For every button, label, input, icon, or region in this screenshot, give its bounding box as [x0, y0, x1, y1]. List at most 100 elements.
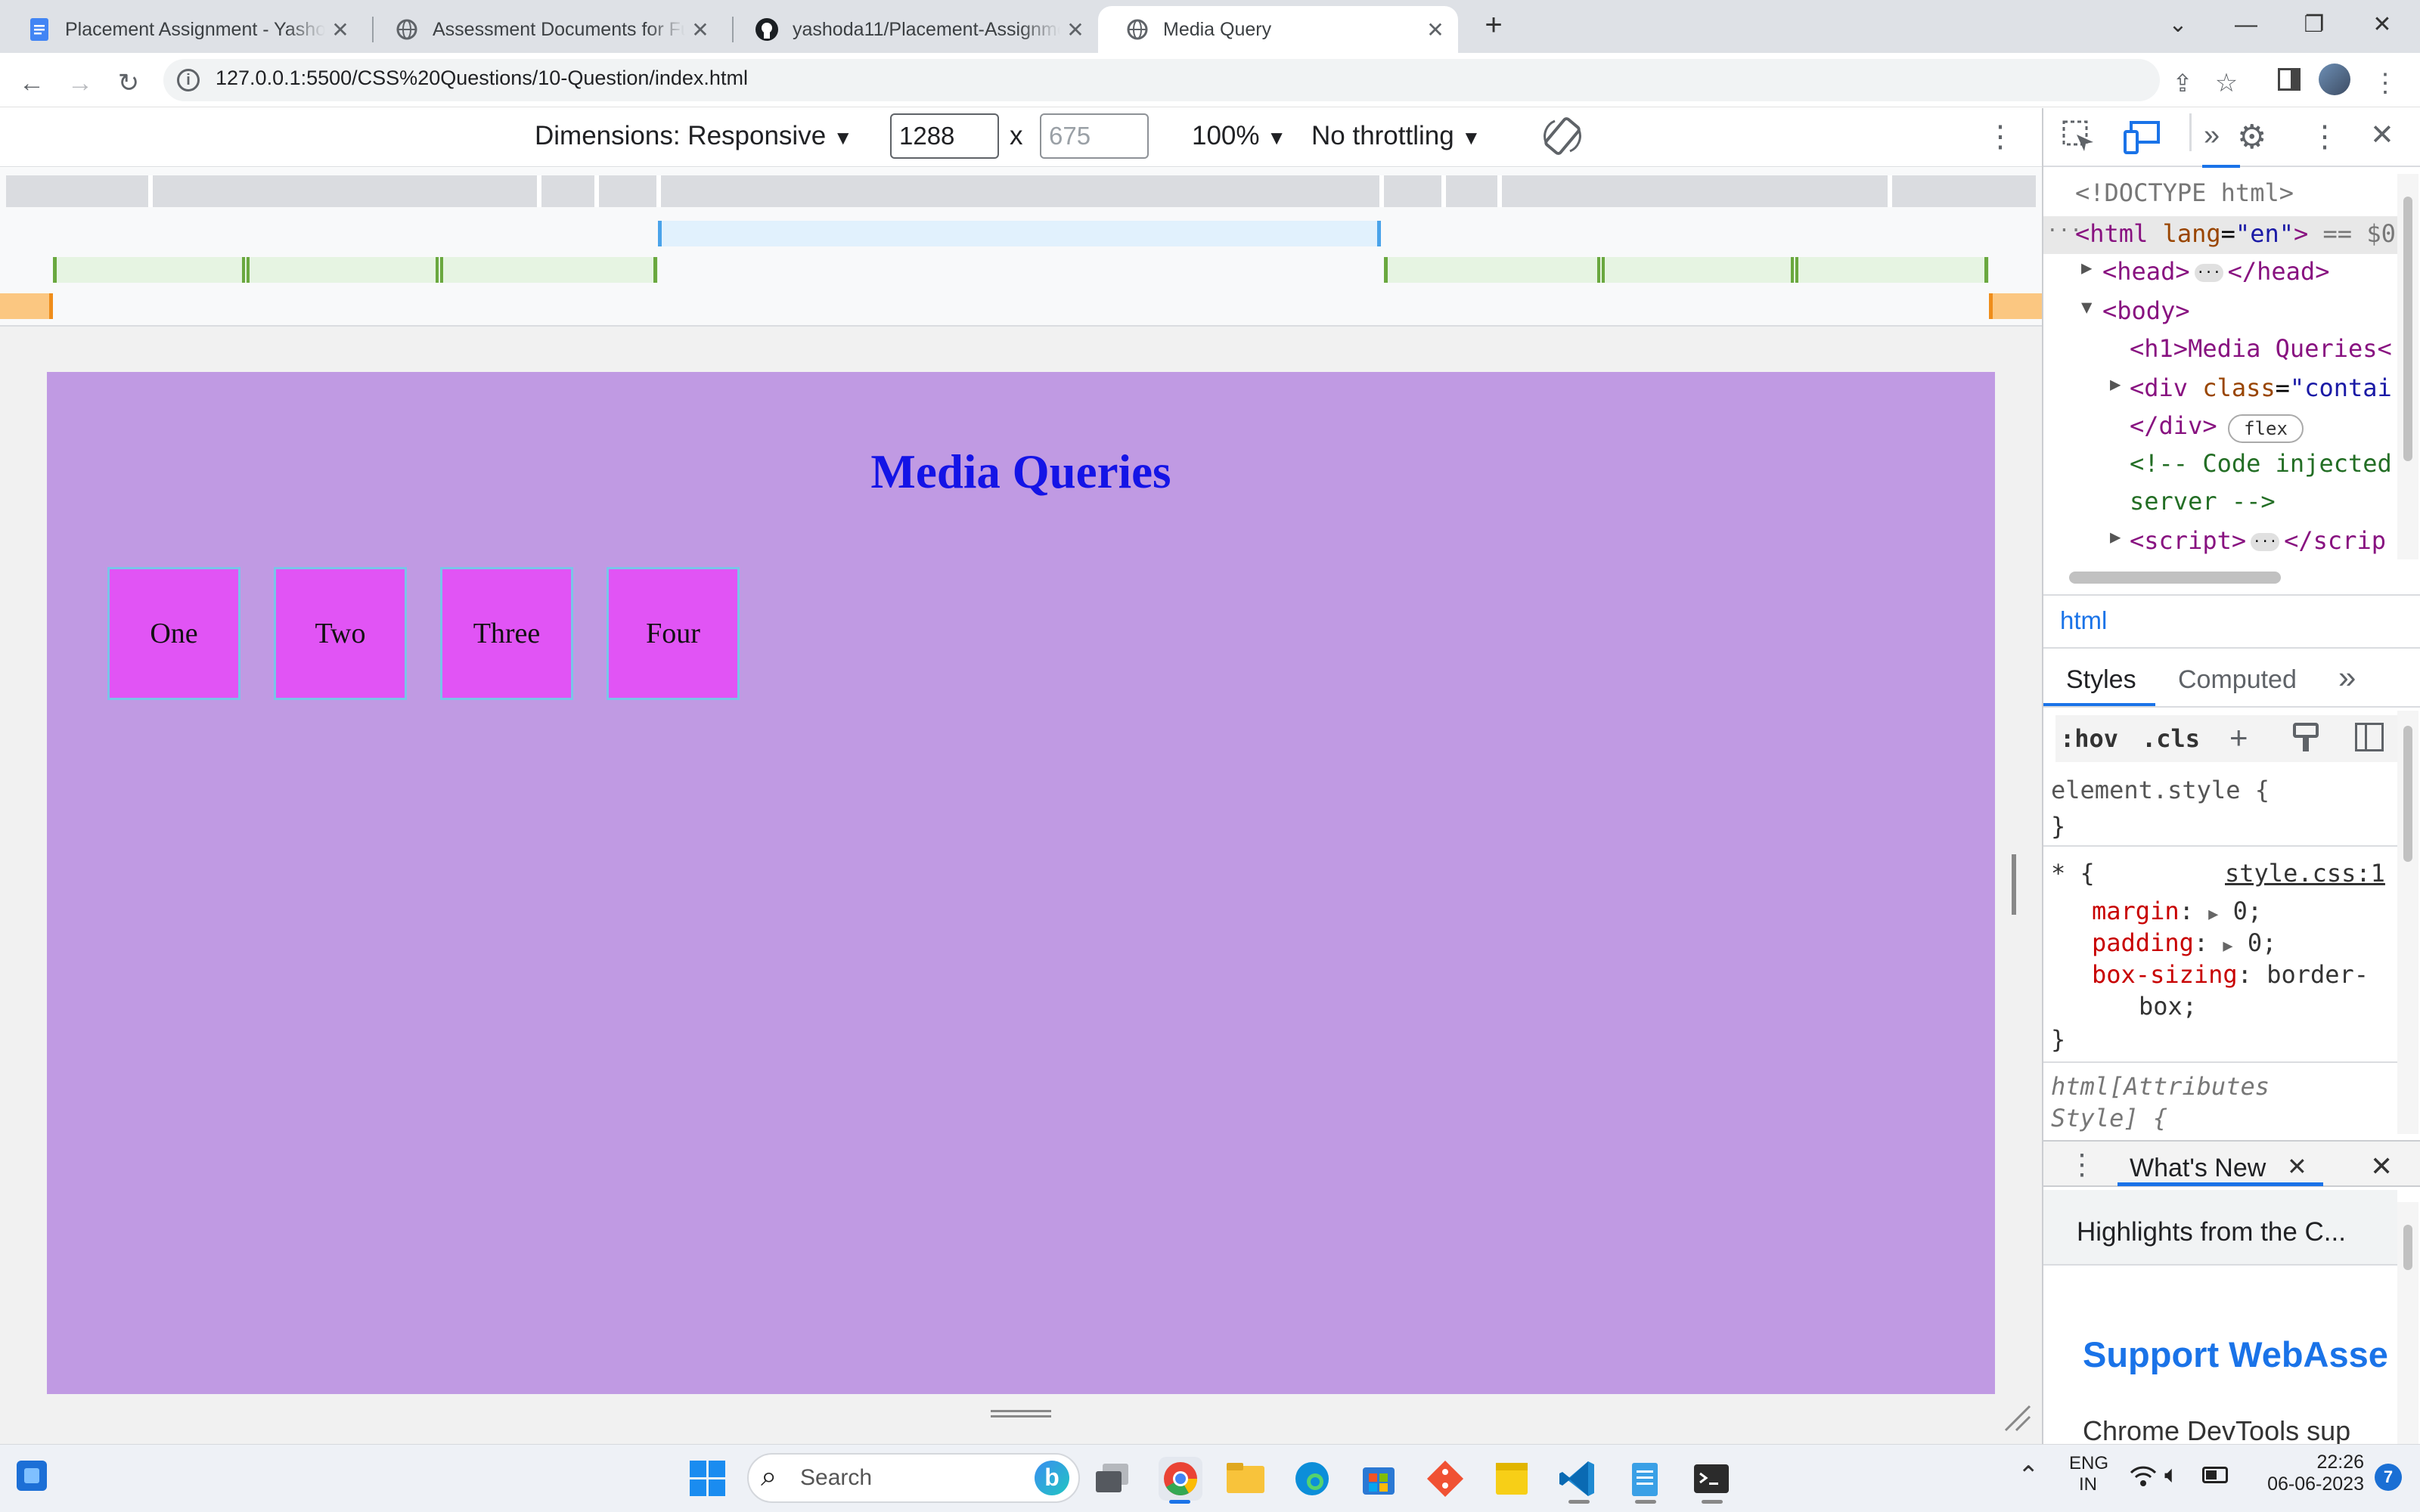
dom-body-node[interactable]: <body> — [2102, 296, 2190, 325]
bing-icon[interactable]: b — [1035, 1461, 1069, 1495]
tab-styles[interactable]: Styles — [2066, 665, 2136, 695]
width-input[interactable]: 1288 — [890, 113, 999, 159]
back-arrow-icon[interactable]: ← — [14, 65, 50, 101]
dom-vertical-scrollbar[interactable] — [2397, 174, 2418, 559]
maximize-button[interactable]: ❐ — [2280, 6, 2348, 44]
margin-declaration[interactable]: margin: ▶ 0; — [2092, 897, 2262, 925]
battery-icon[interactable] — [2202, 1467, 2228, 1483]
drawer-scrollbar[interactable] — [2397, 1202, 2418, 1444]
max-width-query-bar[interactable] — [658, 221, 1381, 246]
language-indicator[interactable]: ENG IN — [2069, 1453, 2108, 1495]
new-tab-button[interactable]: + — [1475, 6, 1512, 44]
tab-computed[interactable]: Computed — [2178, 665, 2297, 695]
collapsed-ellipsis-icon[interactable]: ··· — [2251, 533, 2280, 551]
vscode-icon[interactable] — [1556, 1457, 1600, 1501]
expand-triangle-icon[interactable]: ▶ — [2110, 373, 2121, 395]
orientation-query-bar[interactable] — [0, 293, 53, 319]
expand-shorthand-icon[interactable]: ▶ — [2208, 905, 2218, 924]
right-resize-handle[interactable] — [2012, 854, 2016, 915]
close-tab-icon[interactable]: ✕ — [325, 17, 355, 42]
settings-gear-icon[interactable]: ⚙ — [2237, 118, 2266, 156]
chrome-taskbar-icon[interactable] — [1159, 1457, 1202, 1501]
close-tab-icon[interactable]: ✕ — [685, 17, 715, 42]
new-style-rule-icon[interactable]: + — [2229, 720, 2248, 756]
dom-head-node[interactable]: <head> ··· </head> — [2102, 257, 2405, 286]
close-tab-icon[interactable]: ✕ — [1060, 17, 1091, 42]
dimensions-dropdown[interactable]: Dimensions: Responsive ▼ — [535, 121, 853, 151]
git-icon[interactable] — [1423, 1457, 1467, 1501]
box-sizing-declaration[interactable]: box-sizing: border- — [2092, 960, 2369, 989]
drawer-menu-icon[interactable]: ⋮ — [2068, 1148, 2096, 1182]
tab-assessment-documents[interactable]: Assessment Documents for Full S ✕ — [368, 6, 723, 53]
corner-resize-icon[interactable] — [2003, 1403, 2033, 1437]
terminal-icon[interactable] — [1689, 1457, 1733, 1501]
devtools-menu-icon[interactable]: ⋮ — [2310, 119, 2340, 154]
dom-html-node[interactable]: <html lang="en"> == $0 — [2075, 219, 2397, 248]
device-toolbar-more-icon[interactable]: ⋮ — [1985, 119, 2015, 154]
close-drawer-icon[interactable]: ✕ — [2370, 1151, 2393, 1182]
breadcrumb-html[interactable]: html — [2060, 606, 2107, 635]
share-icon[interactable]: ⇪ — [2164, 65, 2201, 101]
paint-brush-icon[interactable] — [2291, 721, 2322, 758]
notification-badge[interactable]: 7 — [2375, 1464, 2402, 1491]
show-hidden-icons-chevron-icon[interactable]: ⌃ — [2018, 1461, 2040, 1491]
height-input[interactable]: 675 — [1040, 113, 1149, 159]
element-style-rule[interactable]: element.style { — [2051, 776, 2270, 804]
toggle-sidebar-icon[interactable] — [2355, 723, 2384, 751]
hov-button[interactable]: :hov — [2060, 724, 2118, 753]
dom-div-node[interactable]: <div class="contai — [2130, 373, 2394, 402]
expand-triangle-icon[interactable]: ▶ — [2110, 526, 2121, 547]
drawer-tab-whats-new[interactable]: What's New — [2130, 1154, 2266, 1183]
notepad-icon[interactable] — [1623, 1457, 1667, 1501]
cls-button[interactable]: .cls — [2142, 724, 2200, 753]
styles-scrollbar[interactable] — [2397, 711, 2418, 1134]
more-panes-chevron-icon[interactable]: » — [2338, 659, 2356, 696]
bottom-resize-handle[interactable] — [991, 1410, 1051, 1418]
tab-placement-assignment[interactable]: Placement Assignment - Yashoda ✕ — [0, 6, 363, 53]
dom-h1-node[interactable]: <h1>Media Queries< — [2130, 334, 2394, 363]
minimize-button[interactable]: — — [2212, 6, 2280, 44]
reload-icon[interactable]: ↻ — [110, 65, 147, 101]
edge-icon[interactable] — [1290, 1457, 1334, 1501]
forward-arrow-icon[interactable]: → — [62, 65, 98, 101]
windows-start-icon[interactable] — [688, 1459, 726, 1501]
close-devtools-icon[interactable]: ✕ — [2370, 118, 2394, 152]
orientation-query-bar[interactable] — [1989, 293, 2042, 319]
throttling-dropdown[interactable]: No throttling ▼ — [1311, 121, 1481, 151]
expand-shorthand-icon[interactable]: ▶ — [2223, 937, 2232, 956]
close-whats-new-tab-icon[interactable]: ✕ — [2287, 1152, 2307, 1181]
attributes-style-rule[interactable]: html[Attributes — [2051, 1072, 2270, 1101]
min-width-query-bar[interactable] — [1384, 257, 1989, 283]
task-view-icon[interactable] — [1094, 1461, 1131, 1499]
chrome-menu-icon[interactable]: ⋮ — [2367, 65, 2403, 101]
flex-badge[interactable]: flex — [2228, 414, 2304, 443]
tab-media-query[interactable]: Media Query ✕ — [1098, 6, 1458, 53]
device-toggle-icon[interactable] — [2124, 119, 2161, 158]
collapse-triangle-icon[interactable]: ▼ — [2081, 296, 2092, 318]
dom-script-node[interactable]: <script> ··· </scrip — [2130, 526, 2397, 555]
tab-search-chevron-icon[interactable]: ⌄ — [2144, 6, 2212, 44]
window-close-button[interactable]: ✕ — [2348, 6, 2416, 44]
wifi-icon[interactable] — [2128, 1462, 2158, 1493]
padding-declaration[interactable]: padding: ▶ 0; — [2092, 928, 2276, 957]
sticky-notes-icon[interactable] — [1490, 1457, 1534, 1501]
support-webassembly-heading[interactable]: Support WebAsse — [2083, 1334, 2397, 1375]
microsoft-store-icon[interactable] — [1357, 1457, 1401, 1501]
more-tabs-chevron-icon[interactable]: » — [2204, 119, 2220, 152]
profile-avatar[interactable] — [2319, 64, 2350, 95]
universal-selector-rule[interactable]: * { — [2051, 859, 2095, 888]
min-width-query-bar[interactable] — [53, 257, 658, 283]
widgets-icon[interactable] — [17, 1461, 47, 1491]
dom-doctype[interactable]: <!DOCTYPE html> — [2075, 178, 2408, 207]
volume-icon[interactable]: 🔈︎ — [2164, 1461, 2179, 1489]
file-explorer-icon[interactable] — [1224, 1457, 1267, 1501]
source-link[interactable]: style.css:1 — [2225, 859, 2385, 888]
clock[interactable]: 22:26 06-06-2023 — [2243, 1452, 2364, 1495]
info-icon[interactable]: i — [177, 69, 200, 91]
collapsed-ellipsis-icon[interactable]: ··· — [2194, 264, 2223, 282]
taskbar-search-box[interactable] — [747, 1453, 1080, 1503]
dom-horizontal-scrollbar[interactable] — [2051, 565, 2391, 590]
close-tab-icon[interactable]: ✕ — [1420, 17, 1450, 42]
side-panel-icon[interactable] — [2278, 68, 2301, 91]
tab-github-repo[interactable]: yashoda11/Placement-Assignme ✕ — [728, 6, 1098, 53]
